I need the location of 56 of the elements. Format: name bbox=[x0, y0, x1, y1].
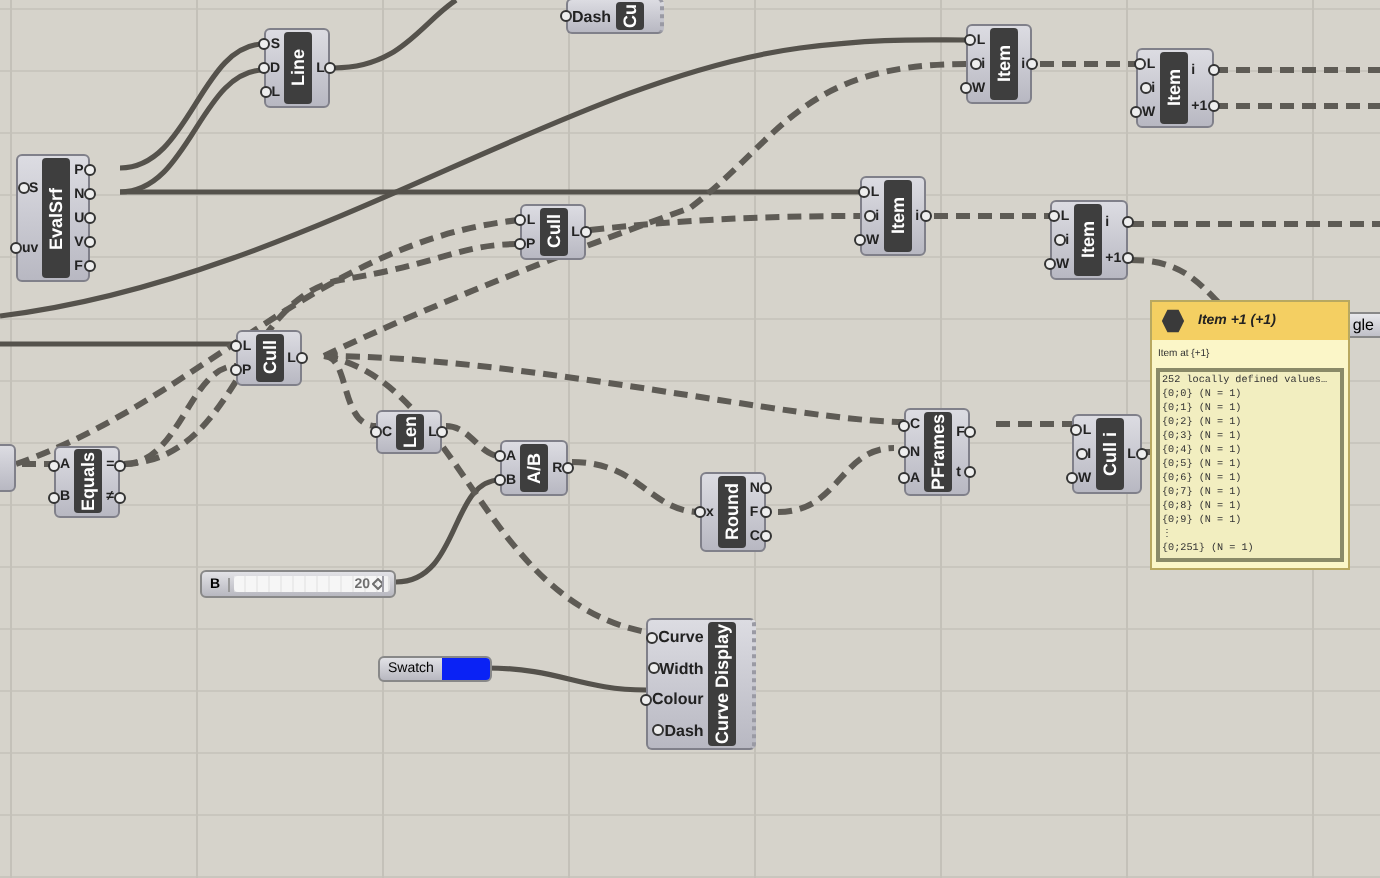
diamond-icon bbox=[372, 578, 384, 590]
input-port[interactable] bbox=[48, 459, 60, 472]
component-name: PFrames bbox=[924, 412, 953, 493]
input-port[interactable] bbox=[560, 10, 572, 22]
input-port[interactable] bbox=[17, 182, 29, 194]
input-port[interactable] bbox=[10, 242, 22, 254]
component-name: Len bbox=[396, 414, 425, 451]
component-name: Round bbox=[717, 476, 746, 548]
output-port[interactable] bbox=[1121, 216, 1134, 228]
input-port[interactable] bbox=[647, 662, 660, 675]
output-port[interactable] bbox=[114, 491, 127, 504]
input-port[interactable] bbox=[370, 426, 382, 438]
component-name: Cu bbox=[615, 2, 644, 30]
port-label: Colour bbox=[652, 690, 704, 709]
component-name: Equals bbox=[74, 450, 103, 514]
data-tree-wire bbox=[777, 445, 895, 515]
output-port[interactable] bbox=[295, 352, 308, 364]
port-label: Curve bbox=[658, 628, 704, 647]
component-name: Item bbox=[1073, 204, 1102, 276]
input-port[interactable] bbox=[652, 724, 665, 737]
output-port[interactable] bbox=[1121, 252, 1134, 264]
component-name: Line bbox=[284, 32, 313, 104]
component-name: Curve Display bbox=[707, 622, 736, 747]
output-port[interactable] bbox=[964, 426, 977, 438]
component-name: A/B bbox=[520, 444, 549, 492]
output-port[interactable] bbox=[964, 466, 977, 479]
component-name: Cull bbox=[255, 334, 284, 382]
component-name: Cull i bbox=[1095, 418, 1124, 490]
port-label: Dash bbox=[664, 721, 704, 740]
component-name: Cull bbox=[539, 208, 568, 256]
component-name: Item bbox=[1159, 52, 1188, 124]
output-port[interactable] bbox=[324, 62, 337, 74]
output-port[interactable] bbox=[1207, 100, 1220, 112]
output-port[interactable] bbox=[436, 426, 449, 438]
port-label: Dash bbox=[572, 7, 612, 25]
output-port[interactable] bbox=[562, 462, 575, 474]
component-name: EvalSrf bbox=[42, 158, 71, 278]
input-port[interactable] bbox=[640, 693, 652, 706]
component-node[interactable]: Dash Cu bbox=[566, 0, 664, 34]
input-port[interactable] bbox=[48, 491, 60, 504]
output-port[interactable] bbox=[1207, 64, 1220, 76]
output-port[interactable] bbox=[1025, 58, 1038, 70]
hexagon-icon bbox=[1160, 308, 1186, 334]
output-port[interactable] bbox=[114, 459, 127, 472]
port-label: Width bbox=[659, 659, 704, 678]
slider-fill[interactable] bbox=[234, 576, 385, 592]
input-port[interactable] bbox=[646, 631, 659, 644]
data-tree-wire bbox=[1040, 61, 1136, 67]
output-port[interactable] bbox=[919, 210, 932, 222]
component-name: Item bbox=[883, 180, 912, 252]
output-port[interactable] bbox=[1135, 448, 1148, 460]
output-port[interactable] bbox=[579, 226, 592, 238]
component-name: Item bbox=[989, 28, 1018, 100]
input-port[interactable] bbox=[694, 506, 706, 518]
colour-chip[interactable] bbox=[441, 658, 490, 680]
data-tree-wire bbox=[996, 421, 1072, 427]
